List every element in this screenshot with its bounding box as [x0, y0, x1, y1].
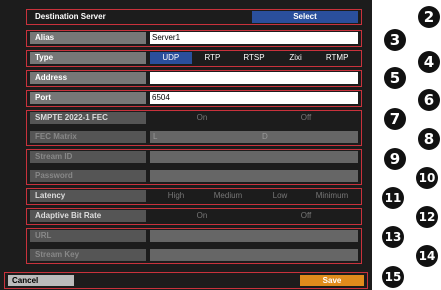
callout-12: 12: [416, 206, 438, 228]
stream-id-row: Stream ID: [30, 151, 358, 163]
alias-row: Alias Server1: [30, 32, 358, 44]
callout-3: 3: [384, 29, 406, 51]
callout-4: 4: [418, 51, 440, 73]
save-button[interactable]: Save: [300, 275, 364, 286]
latency-option-high[interactable]: High: [150, 190, 202, 202]
destination-row: Destination Server Select: [30, 11, 358, 23]
callout-15: 15: [382, 266, 404, 288]
password-input[interactable]: [150, 170, 358, 182]
callout-6: 6: [418, 89, 440, 111]
callout-10: 10: [416, 167, 438, 189]
alias-input[interactable]: Server1: [150, 32, 358, 44]
stream-key-row: Stream Key: [30, 249, 358, 261]
type-option-rtmp[interactable]: RTMP: [316, 52, 358, 64]
callout-11: 11: [382, 187, 404, 209]
latency-label: Latency: [30, 190, 146, 202]
alias-label: Alias: [30, 32, 146, 44]
port-label: Port: [30, 92, 146, 104]
stream-id-label: Stream ID: [30, 151, 146, 163]
smpte-label: SMPTE 2022-1 FEC: [30, 112, 146, 124]
smpte-row: SMPTE 2022-1 FEC On Off: [30, 112, 358, 124]
latency-options: High Medium Low Minimum: [150, 190, 358, 202]
fec-matrix-field: L D: [150, 131, 358, 143]
stream-key-label: Stream Key: [30, 249, 146, 261]
type-option-udp[interactable]: UDP: [150, 52, 192, 64]
callout-7: 7: [384, 108, 406, 130]
callout-13: 13: [382, 226, 404, 248]
callout-5: 5: [384, 67, 406, 89]
fec-d-label: D: [262, 132, 268, 141]
settings-panel: Destination Server Select Alias Server1 …: [0, 0, 372, 290]
callout-8: 8: [418, 128, 440, 150]
stream-id-input[interactable]: [150, 151, 358, 163]
smpte-options: On Off: [150, 112, 358, 124]
password-label: Password: [30, 170, 146, 182]
url-label: URL: [30, 230, 146, 242]
callout-2: 2: [418, 6, 440, 28]
fec-matrix-row: FEC Matrix L D: [30, 131, 358, 143]
smpte-option-off[interactable]: Off: [254, 112, 358, 124]
url-row: URL: [30, 230, 358, 242]
abr-options: On Off: [150, 210, 358, 222]
callout-14: 14: [416, 245, 438, 267]
type-option-rtp[interactable]: RTP: [192, 52, 234, 64]
footer-bar: Cancel Save: [4, 272, 368, 289]
address-label: Address: [30, 72, 146, 84]
latency-option-low[interactable]: Low: [254, 190, 306, 202]
latency-row: Latency High Medium Low Minimum: [30, 190, 358, 202]
type-option-zixi[interactable]: Zixi: [275, 52, 317, 64]
address-row: Address: [30, 72, 358, 84]
type-row: Type UDP RTP RTSP Zixi RTMP: [30, 52, 358, 64]
fec-l-label: L: [153, 132, 158, 141]
latency-option-minimum[interactable]: Minimum: [306, 190, 358, 202]
type-option-rtsp[interactable]: RTSP: [233, 52, 275, 64]
smpte-option-on[interactable]: On: [150, 112, 254, 124]
abr-option-on[interactable]: On: [150, 210, 254, 222]
port-row: Port 6504: [30, 92, 358, 104]
address-input[interactable]: [150, 72, 358, 84]
abr-row: Adaptive Bit Rate On Off: [30, 210, 358, 222]
abr-option-off[interactable]: Off: [254, 210, 358, 222]
latency-option-medium[interactable]: Medium: [202, 190, 254, 202]
fec-matrix-label: FEC Matrix: [30, 131, 146, 143]
select-button[interactable]: Select: [252, 11, 358, 23]
type-options: UDP RTP RTSP Zixi RTMP: [150, 52, 358, 64]
url-input[interactable]: [150, 230, 358, 242]
type-label: Type: [30, 52, 146, 64]
abr-label: Adaptive Bit Rate: [30, 210, 146, 222]
password-row: Password: [30, 170, 358, 182]
callout-9: 9: [384, 148, 406, 170]
destination-label: Destination Server: [35, 12, 106, 21]
port-input[interactable]: 6504: [150, 92, 358, 104]
cancel-button[interactable]: Cancel: [8, 275, 74, 286]
stream-key-input[interactable]: [150, 249, 358, 261]
